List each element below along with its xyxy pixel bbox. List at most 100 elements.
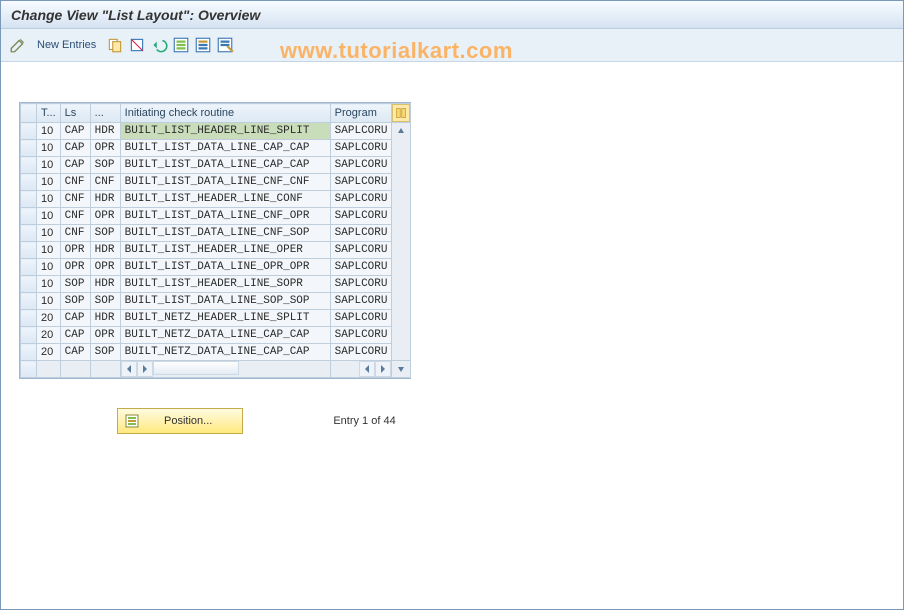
row-selector[interactable] <box>21 174 37 191</box>
scroll-left-icon[interactable] <box>359 361 375 377</box>
cell-sub[interactable]: SOP <box>90 157 120 174</box>
table-row[interactable]: 10CNFSOPBUILT_LIST_DATA_LINE_CNF_SOPSAPL… <box>21 225 411 242</box>
col-sub[interactable]: ... <box>90 104 120 123</box>
scroll-right-icon[interactable] <box>137 361 153 377</box>
cell-ls[interactable]: CNF <box>60 191 90 208</box>
table-row[interactable]: 10CAPHDRBUILT_LIST_HEADER_LINE_SPLITSAPL… <box>21 123 411 140</box>
cell-program[interactable]: SAPLCORU <box>330 174 392 191</box>
cell-sub[interactable]: HDR <box>90 123 120 140</box>
table-row[interactable]: 10OPROPRBUILT_LIST_DATA_LINE_OPR_OPRSAPL… <box>21 259 411 276</box>
cell-ls[interactable]: CNF <box>60 174 90 191</box>
cell-ls[interactable]: CAP <box>60 344 90 361</box>
cell-sub[interactable]: SOP <box>90 344 120 361</box>
cell-ls[interactable]: SOP <box>60 293 90 310</box>
scroll-right-icon[interactable] <box>375 361 391 377</box>
cell-routine[interactable]: BUILT_LIST_DATA_LINE_CNF_SOP <box>120 225 330 242</box>
cell-type[interactable]: 10 <box>37 140 61 157</box>
row-selector[interactable] <box>21 310 37 327</box>
position-button[interactable]: Position... <box>117 408 243 434</box>
row-selector[interactable] <box>21 242 37 259</box>
select-all-icon[interactable] <box>172 36 190 54</box>
cell-ls[interactable]: CAP <box>60 310 90 327</box>
cell-program[interactable]: SAPLCORU <box>330 242 392 259</box>
cell-program[interactable]: SAPLCORU <box>330 191 392 208</box>
table-row[interactable]: 10CNFHDRBUILT_LIST_HEADER_LINE_CONFSAPLC… <box>21 191 411 208</box>
row-selector[interactable] <box>21 293 37 310</box>
cell-routine[interactable]: BUILT_LIST_DATA_LINE_CNF_CNF <box>120 174 330 191</box>
row-selector[interactable] <box>21 123 37 140</box>
cell-sub[interactable]: OPR <box>90 327 120 344</box>
cell-ls[interactable]: CNF <box>60 208 90 225</box>
cell-sub[interactable]: HDR <box>90 310 120 327</box>
cell-type[interactable]: 20 <box>37 310 61 327</box>
scroll-thumb[interactable] <box>153 361 239 375</box>
cell-sub[interactable]: HDR <box>90 191 120 208</box>
table-row[interactable]: 10SOPHDRBUILT_LIST_HEADER_LINE_SOPRSAPLC… <box>21 276 411 293</box>
cell-ls[interactable]: SOP <box>60 276 90 293</box>
cell-type[interactable]: 10 <box>37 293 61 310</box>
cell-sub[interactable]: SOP <box>90 293 120 310</box>
new-entries-button[interactable]: New Entries <box>37 39 96 51</box>
table-row[interactable]: 10CAPSOPBUILT_LIST_DATA_LINE_CAP_CAPSAPL… <box>21 157 411 174</box>
cell-routine[interactable]: BUILT_LIST_DATA_LINE_OPR_OPR <box>120 259 330 276</box>
scroll-down-icon[interactable] <box>392 361 410 377</box>
row-selector[interactable] <box>21 191 37 208</box>
cell-program[interactable]: SAPLCORU <box>330 344 392 361</box>
col-routine[interactable]: Initiating check routine <box>120 104 330 123</box>
cell-ls[interactable]: CAP <box>60 327 90 344</box>
cell-routine[interactable]: BUILT_LIST_DATA_LINE_SOP_SOP <box>120 293 330 310</box>
cell-sub[interactable]: HDR <box>90 276 120 293</box>
cell-program[interactable]: SAPLCORU <box>330 327 392 344</box>
cell-program[interactable]: SAPLCORU <box>330 259 392 276</box>
table-row[interactable]: 20CAPSOPBUILT_NETZ_DATA_LINE_CAP_CAPSAPL… <box>21 344 411 361</box>
deselect-all-icon[interactable] <box>216 36 234 54</box>
cell-ls[interactable]: CAP <box>60 123 90 140</box>
cell-ls[interactable]: CAP <box>60 157 90 174</box>
cell-routine[interactable]: BUILT_NETZ_DATA_LINE_CAP_CAP <box>120 344 330 361</box>
row-selector[interactable] <box>21 327 37 344</box>
cell-routine[interactable]: BUILT_NETZ_HEADER_LINE_SPLIT <box>120 310 330 327</box>
cell-routine[interactable]: BUILT_LIST_HEADER_LINE_SPLIT <box>120 123 330 140</box>
cell-type[interactable]: 10 <box>37 259 61 276</box>
row-selector[interactable] <box>21 140 37 157</box>
cell-sub[interactable]: HDR <box>90 242 120 259</box>
cell-type[interactable]: 10 <box>37 123 61 140</box>
cell-type[interactable]: 10 <box>37 191 61 208</box>
cell-program[interactable]: SAPLCORU <box>330 276 392 293</box>
cell-program[interactable]: SAPLCORU <box>330 157 392 174</box>
cell-program[interactable]: SAPLCORU <box>330 123 392 140</box>
cell-sub[interactable]: OPR <box>90 140 120 157</box>
scroll-up-icon[interactable] <box>392 123 410 139</box>
table-row[interactable]: 10SOPSOPBUILT_LIST_DATA_LINE_SOP_SOPSAPL… <box>21 293 411 310</box>
cell-ls[interactable]: CAP <box>60 140 90 157</box>
cell-type[interactable]: 10 <box>37 208 61 225</box>
col-program[interactable]: Program <box>330 104 392 123</box>
cell-routine[interactable]: BUILT_NETZ_DATA_LINE_CAP_CAP <box>120 327 330 344</box>
cell-sub[interactable]: SOP <box>90 225 120 242</box>
row-selector[interactable] <box>21 225 37 242</box>
cell-routine[interactable]: BUILT_LIST_HEADER_LINE_CONF <box>120 191 330 208</box>
row-selector[interactable] <box>21 344 37 361</box>
cell-type[interactable]: 10 <box>37 225 61 242</box>
row-selector[interactable] <box>21 208 37 225</box>
col-ls[interactable]: Ls <box>60 104 90 123</box>
toggle-display-change-icon[interactable] <box>9 36 27 54</box>
cell-sub[interactable]: OPR <box>90 259 120 276</box>
table-row[interactable]: 10CAPOPRBUILT_LIST_DATA_LINE_CAP_CAPSAPL… <box>21 140 411 157</box>
col-type[interactable]: T... <box>37 104 61 123</box>
cell-program[interactable]: SAPLCORU <box>330 293 392 310</box>
copy-as-icon[interactable] <box>106 36 124 54</box>
table-row[interactable]: 10OPRHDRBUILT_LIST_HEADER_LINE_OPERSAPLC… <box>21 242 411 259</box>
cell-ls[interactable]: CNF <box>60 225 90 242</box>
cell-type[interactable]: 10 <box>37 242 61 259</box>
cell-routine[interactable]: BUILT_LIST_HEADER_LINE_OPER <box>120 242 330 259</box>
table-row[interactable]: 20CAPOPRBUILT_NETZ_DATA_LINE_CAP_CAPSAPL… <box>21 327 411 344</box>
cell-program[interactable]: SAPLCORU <box>330 225 392 242</box>
cell-routine[interactable]: BUILT_LIST_DATA_LINE_CAP_CAP <box>120 140 330 157</box>
cell-type[interactable]: 20 <box>37 327 61 344</box>
cell-sub[interactable]: CNF <box>90 174 120 191</box>
undo-change-icon[interactable] <box>150 36 168 54</box>
cell-type[interactable]: 10 <box>37 276 61 293</box>
cell-sub[interactable]: OPR <box>90 208 120 225</box>
cell-program[interactable]: SAPLCORU <box>330 208 392 225</box>
